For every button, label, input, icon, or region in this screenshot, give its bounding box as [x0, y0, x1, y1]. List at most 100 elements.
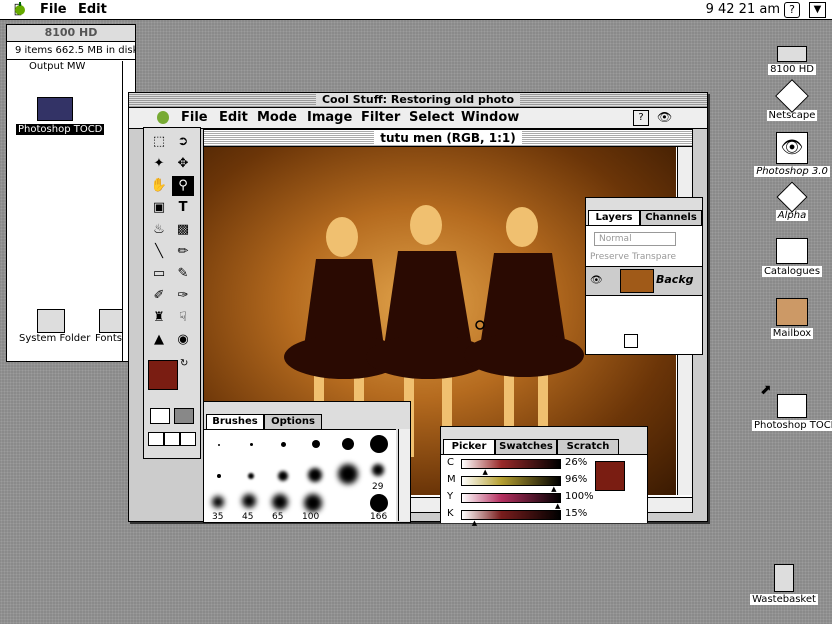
picker-slider-thumb-icon[interactable]: ▲	[482, 468, 487, 476]
application-menu-icon[interactable]: ▼	[809, 2, 826, 18]
marquee-tool-icon[interactable]: ⬚	[148, 132, 170, 152]
brush-2[interactable]	[250, 443, 253, 446]
finder-item-system-folder[interactable]: System Folder	[19, 333, 90, 344]
new-layer-icon[interactable]	[624, 334, 638, 348]
zoom-tool-icon[interactable]: ⚲	[172, 176, 194, 196]
desktop-icon-photoshop3[interactable]: 👁 Photoshop 3.0	[752, 132, 832, 177]
brush-14[interactable]	[242, 494, 256, 508]
smudge-tool-icon[interactable]: ☟	[172, 308, 194, 328]
brush-7[interactable]	[217, 474, 221, 478]
paintbrush-tool-icon[interactable]: ✑	[172, 286, 194, 306]
eyedropper-tool-icon[interactable]: ✏	[172, 242, 194, 262]
desktop-icon-wastebasket[interactable]: Wastebasket	[744, 564, 824, 605]
move-tool-icon[interactable]: ✥	[172, 154, 194, 174]
desktop-icon-catalogues[interactable]: Catalogues	[752, 238, 832, 277]
fonts-folder-icon[interactable]	[99, 309, 123, 333]
system-folder-icon[interactable]	[37, 309, 65, 333]
layer-visibility-eye-icon[interactable]: 👁	[590, 275, 603, 286]
help-icon[interactable]: ?	[784, 2, 800, 18]
brush-6[interactable]	[370, 435, 388, 453]
balloon-help-icon[interactable]: ?	[633, 110, 649, 126]
foreground-color-swatch[interactable]	[148, 360, 178, 390]
tab-swatches[interactable]: Swatches	[495, 439, 557, 454]
gradient-tool-icon[interactable]: ▩	[172, 220, 194, 240]
type-tool-icon[interactable]: T	[172, 198, 194, 218]
screen-mode-full-icon[interactable]	[180, 432, 196, 446]
ps-menu-window[interactable]: Window	[461, 110, 519, 125]
standard-mode-icon[interactable]	[150, 408, 170, 424]
ps-menu-edit[interactable]: Edit	[219, 110, 248, 125]
desktop-icon-8100hd[interactable]: 8100 HD	[752, 44, 832, 75]
hand-tool-icon[interactable]: ✋	[148, 176, 170, 196]
brush-17[interactable]	[370, 494, 388, 512]
menu-file[interactable]: File	[40, 2, 67, 17]
magic-wand-tool-icon[interactable]: ✦	[148, 154, 170, 174]
brush-13[interactable]	[212, 496, 224, 508]
picker-channel-slider[interactable]	[461, 476, 561, 486]
brush-11[interactable]	[338, 464, 358, 484]
pencil-tool-icon[interactable]: ✎	[172, 264, 194, 284]
photoshop-titlebar[interactable]: Cool Stuff: Restoring old photo	[129, 93, 707, 108]
document-titlebar[interactable]: tutu men (RGB, 1:1)	[204, 130, 692, 147]
tab-brushes[interactable]: Brushes	[206, 414, 264, 429]
preserve-transparency-checkbox[interactable]: Preserve Transpare	[590, 252, 676, 262]
photoshop-eye-menu-icon[interactable]: 👁	[657, 110, 673, 124]
tab-picker[interactable]: Picker	[443, 439, 495, 454]
picker-foreground-swatch[interactable]	[595, 461, 625, 491]
line-tool-icon[interactable]: ╲	[148, 242, 170, 262]
tab-scratch[interactable]: Scratch	[557, 439, 619, 454]
brush-4[interactable]	[312, 440, 320, 448]
tab-options[interactable]: Options	[264, 414, 322, 429]
finder-item-output[interactable]: Output MW	[29, 61, 85, 72]
swap-colors-icon[interactable]: ↻	[180, 358, 188, 369]
brush-3[interactable]	[281, 442, 286, 447]
screen-mode-full-menu-icon[interactable]	[164, 432, 180, 446]
ps-menu-image[interactable]: Image	[307, 110, 352, 125]
airbrush-tool-icon[interactable]: ✐	[148, 286, 170, 306]
brush-12[interactable]	[372, 464, 384, 476]
eraser-tool-icon[interactable]: ▭	[148, 264, 170, 284]
apple-icon[interactable]	[157, 111, 169, 124]
ps-menu-filter[interactable]: Filter	[361, 110, 400, 125]
brush-8[interactable]	[248, 473, 254, 479]
desktop-icon-netscape[interactable]: Netscape	[752, 79, 832, 121]
crop-tool-icon[interactable]: ▣	[148, 198, 170, 218]
picker-slider-thumb-icon[interactable]: ▲	[551, 485, 556, 493]
brush-1[interactable]	[218, 444, 220, 446]
brush-grid[interactable]: 29 35 45 65 100 166	[204, 429, 396, 522]
ps-menu-file[interactable]: File	[181, 110, 208, 125]
brushes-scrollbar[interactable]	[398, 429, 410, 521]
photoshop-tocd-disk-icon	[777, 394, 807, 418]
picker-channel-slider[interactable]	[461, 459, 561, 469]
blur-tool-icon[interactable]: ▲	[148, 330, 170, 350]
picker-slider-thumb-icon[interactable]: ▲	[472, 519, 477, 527]
tab-layers[interactable]: Layers	[588, 210, 640, 225]
brush-10[interactable]	[308, 468, 322, 482]
lasso-tool-icon[interactable]: ➲	[172, 132, 194, 152]
finder-item-photoshop-tocd[interactable]: Photoshop TOCD	[16, 124, 105, 135]
finder-title[interactable]: 8100 HD	[7, 25, 135, 42]
layer-row-background[interactable]: 👁 Backg	[586, 266, 702, 296]
stamp-tool-icon[interactable]: ♜	[148, 308, 170, 328]
brush-15[interactable]	[272, 494, 288, 510]
apple-menu-icon[interactable]: 	[14, 2, 25, 17]
tab-channels[interactable]: Channels	[640, 210, 702, 225]
dodge-tool-icon[interactable]: ◉	[172, 330, 194, 350]
photoshop-tocd-icon[interactable]	[37, 97, 73, 121]
picker-channel-slider[interactable]	[461, 493, 561, 503]
brush-9[interactable]	[278, 471, 288, 481]
ps-menu-mode[interactable]: Mode	[257, 110, 297, 125]
desktop-icon-alpha[interactable]: Alpha	[752, 181, 832, 221]
quick-mask-mode-icon[interactable]	[174, 408, 194, 424]
ps-menu-select[interactable]: Select	[409, 110, 454, 125]
brush-5[interactable]	[342, 438, 354, 450]
picker-slider-thumb-icon[interactable]: ▲	[555, 502, 560, 510]
finder-item-fonts[interactable]: Fonts	[95, 333, 122, 344]
screen-mode-standard-icon[interactable]	[148, 432, 164, 446]
blend-mode-select[interactable]: Normal	[594, 232, 676, 246]
brush-16[interactable]	[304, 494, 322, 512]
menu-edit[interactable]: Edit	[78, 2, 107, 17]
desktop-icon-photoshop-tocd[interactable]: Photoshop TOCD	[752, 394, 832, 431]
bucket-tool-icon[interactable]: ♨	[148, 220, 170, 240]
desktop-icon-mailbox[interactable]: Mailbox	[752, 298, 832, 339]
